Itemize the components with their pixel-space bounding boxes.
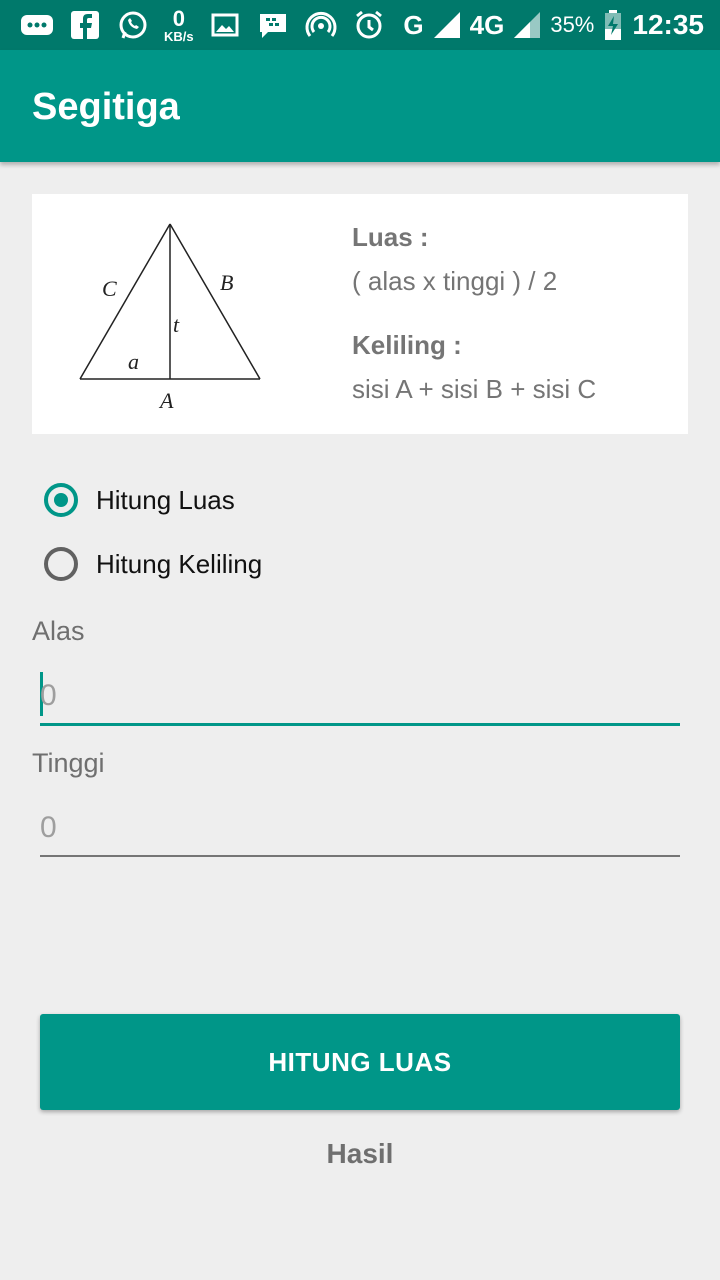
tinggi-input[interactable] bbox=[40, 800, 680, 856]
tinggi-underline bbox=[40, 855, 680, 857]
alas-underline bbox=[40, 723, 680, 726]
signal-icon bbox=[433, 12, 460, 38]
network-4g-label: 4G bbox=[469, 10, 505, 40]
luas-label: Luas : bbox=[352, 222, 429, 252]
alas-label: Alas bbox=[32, 616, 85, 646]
luas-formula: ( alas x tinggi ) / 2 bbox=[352, 266, 558, 296]
gallery-icon bbox=[211, 13, 239, 37]
page-title: Segitiga bbox=[32, 86, 180, 128]
facebook-icon bbox=[71, 11, 99, 39]
hitung-luas-button[interactable]: HITUNG LUAS bbox=[40, 1014, 680, 1110]
result-text: Hasil bbox=[326, 1138, 394, 1169]
network-speed-value: 0 bbox=[172, 5, 185, 31]
app-bar: Segitiga bbox=[0, 50, 720, 162]
radio-hitung-keliling[interactable]: Hitung Keliling bbox=[44, 542, 262, 586]
whatsapp-icon bbox=[119, 11, 147, 39]
diagram-label-b: B bbox=[220, 270, 233, 295]
status-bar: 0 KB/s G 4G 35% 12:35 bbox=[0, 0, 720, 50]
tinggi-label: Tinggi bbox=[32, 748, 105, 778]
formula-card: C B t a A Luas : ( alas x tinggi ) / 2 K… bbox=[32, 194, 688, 434]
bbm-icon bbox=[259, 14, 286, 38]
triangle-diagram: C B t a A bbox=[79, 223, 261, 413]
hotspot-icon bbox=[305, 11, 337, 37]
signal-4g-icon bbox=[514, 12, 541, 38]
diagram-label-A: A bbox=[158, 388, 174, 413]
keliling-label: Keliling : bbox=[352, 330, 462, 360]
keliling-formula: sisi A + sisi B + sisi C bbox=[352, 374, 597, 404]
radio-hitung-luas-label: Hitung Luas bbox=[96, 484, 235, 515]
clock: 12:35 bbox=[632, 9, 704, 40]
diagram-label-t: t bbox=[173, 312, 180, 337]
battery-percent: 35% bbox=[550, 12, 595, 37]
radio-hitung-luas[interactable]: Hitung Luas bbox=[44, 478, 235, 522]
battery-charging-icon bbox=[605, 10, 622, 40]
network-speed-unit: KB/s bbox=[164, 28, 194, 44]
radio-checked-icon[interactable] bbox=[44, 483, 78, 517]
diagram-label-c: C bbox=[102, 276, 117, 301]
network-g-label: G bbox=[403, 10, 424, 40]
alarm-icon bbox=[355, 10, 382, 39]
alas-input[interactable] bbox=[40, 668, 680, 724]
network-speed: 0 KB/s bbox=[164, 5, 194, 44]
bbm-message-icon bbox=[21, 15, 53, 35]
radio-hitung-keliling-label: Hitung Keliling bbox=[96, 548, 263, 579]
radio-unchecked-icon[interactable] bbox=[44, 547, 78, 581]
diagram-label-a: a bbox=[128, 349, 139, 374]
